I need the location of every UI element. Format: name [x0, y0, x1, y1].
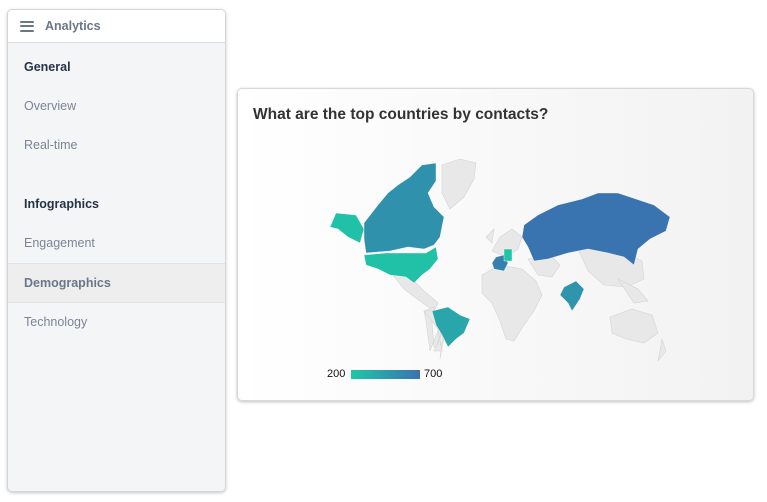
hamburger-menu-icon[interactable]: [20, 20, 34, 32]
sidebar: Analytics General Overview Real-time Inf…: [7, 9, 226, 492]
world-map: United States: 240Canada: 520Brazil: 400…: [329, 158, 671, 379]
sidebar-item-overview[interactable]: Overview: [8, 87, 225, 126]
section-infographics: Infographics: [24, 197, 100, 211]
legend-gradient-bar: [351, 370, 420, 379]
section-general: General: [24, 60, 71, 74]
sidebar-item-demographics[interactable]: Demographics: [8, 263, 225, 303]
sidebar-item-real-time[interactable]: Real-time: [8, 126, 225, 165]
map-card: What are the top countries by contacts?: [237, 88, 754, 401]
sidebar-header: Analytics: [8, 10, 225, 43]
legend-max-label: 700: [424, 368, 443, 380]
sidebar-item-engagement[interactable]: Engagement: [8, 224, 225, 263]
sidebar-item-technology[interactable]: Technology: [8, 303, 225, 342]
country-india[interactable]: India: 500: [559, 280, 585, 312]
legend-min-label: 200: [327, 368, 346, 380]
country-canada[interactable]: Canada: 520: [363, 162, 445, 254]
country-germany[interactable]: Germany: 210: [503, 248, 513, 262]
sidebar-title: Analytics: [45, 19, 101, 33]
